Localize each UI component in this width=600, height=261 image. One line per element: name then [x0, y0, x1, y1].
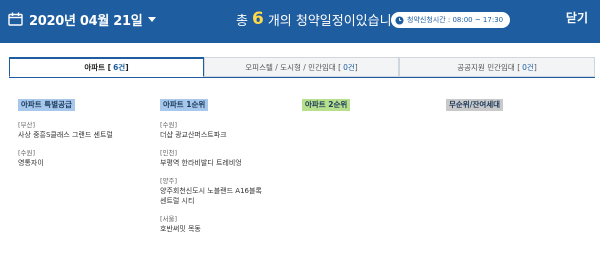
tab-underline — [9, 77, 595, 78]
summary-prefix: 총 — [236, 13, 248, 29]
complex-link[interactable]: 호반써밋 목동 — [160, 224, 292, 234]
column-second-priority: 아파트 2순위 — [302, 92, 434, 111]
region-group: [수원] 더샵 광교산퍼스트파크 — [160, 120, 292, 140]
category-tabs: 아파트 [ 6건 ] 오피스텔 / 도시형 / 민간임대 [ 0건 ] 공공지원… — [9, 57, 595, 77]
region-group: [수원] 영통자이 — [18, 148, 150, 168]
tab-bracket: ] — [125, 63, 129, 72]
tab-count: 0건 — [343, 62, 355, 72]
clock-icon — [395, 15, 404, 25]
region-group: [서울] 호반써밋 목동 — [160, 214, 292, 234]
application-time-text: 청약신청시간 : 08:00 ~ 17:30 — [407, 16, 504, 24]
column-header: 무순위/잔여세대 — [446, 99, 504, 111]
region-label: [인천] — [160, 149, 178, 157]
tab-label: 오피스텔 / 도시형 / 민간임대 [ — [245, 62, 342, 72]
region-label: [수원] — [18, 149, 36, 157]
tab-bracket: ] — [354, 62, 358, 72]
calendar-icon — [8, 12, 23, 26]
complex-link[interactable]: 영통자이 — [18, 158, 150, 168]
tab-label: 공공지원 민간임대 [ — [457, 62, 521, 72]
tab-apartment[interactable]: 아파트 [ 6건 ] — [9, 57, 204, 77]
complex-link[interactable]: 사상 중흥S클래스 그랜드 센트럴 — [18, 130, 150, 140]
complex-link[interactable]: 양주회천신도시 노블랜드 A16블록 — [160, 186, 292, 196]
current-date: 2020년 04월 21일 — [29, 13, 143, 29]
schedule-summary: 총 6 개의 청약일정이있습니다. — [236, 8, 408, 30]
complex-link[interactable]: 부평역 한라비발디 트레비엉 — [160, 158, 292, 168]
column-header: 아파트 특별공급 — [18, 99, 75, 111]
column-special-supply: 아파트 특별공급 [부산] 사상 중흥S클래스 그랜드 센트럴 [수원] 영통자… — [18, 92, 150, 176]
region-label: [서울] — [160, 215, 178, 223]
column-header: 아파트 2순위 — [302, 99, 351, 111]
region-label: [부산] — [18, 121, 36, 129]
region-group: [부산] 사상 중흥S클래스 그랜드 센트럴 — [18, 120, 150, 140]
tab-bracket: ] — [533, 62, 537, 72]
complex-link-continued[interactable]: 센트럴 시티 — [160, 196, 292, 206]
header-bar: 2020년 04월 21일 총 6 개의 청약일정이있습니다. 청약신청시간 :… — [0, 0, 600, 43]
tab-count: 6건 — [113, 63, 126, 72]
tab-label: 아파트 [ — [84, 63, 112, 72]
chevron-down-icon — [148, 17, 157, 22]
region-group: [양주] 양주회천신도시 노블랜드 A16블록 센트럴 시티 — [160, 176, 292, 206]
tab-officetel[interactable]: 오피스텔 / 도시형 / 민간임대 [ 0건 ] — [204, 57, 399, 77]
date-selector[interactable]: 2020년 04월 21일 — [8, 9, 157, 29]
complex-link[interactable]: 더샵 광교산퍼스트파크 — [160, 130, 292, 140]
tab-public-rental[interactable]: 공공지원 민간임대 [ 0건 ] — [399, 57, 595, 77]
summary-count: 6 — [251, 9, 264, 29]
summary-suffix: 개의 청약일정이있습니다. — [267, 13, 408, 29]
region-label: [양주] — [160, 177, 178, 185]
application-time-badge: 청약신청시간 : 08:00 ~ 17:30 — [391, 12, 511, 28]
column-first-priority: 아파트 1순위 [수원] 더샵 광교산퍼스트파크 [인천] 부평역 한라비발디 … — [160, 92, 292, 242]
column-remaining-units: 무순위/잔여세대 — [446, 92, 578, 111]
column-header: 아파트 1순위 — [160, 99, 209, 111]
region-group: [인천] 부평역 한라비발디 트레비엉 — [160, 148, 292, 168]
close-button[interactable]: 닫기 — [566, 9, 588, 26]
tab-count: 0건 — [522, 62, 534, 72]
region-label: [수원] — [160, 121, 178, 129]
